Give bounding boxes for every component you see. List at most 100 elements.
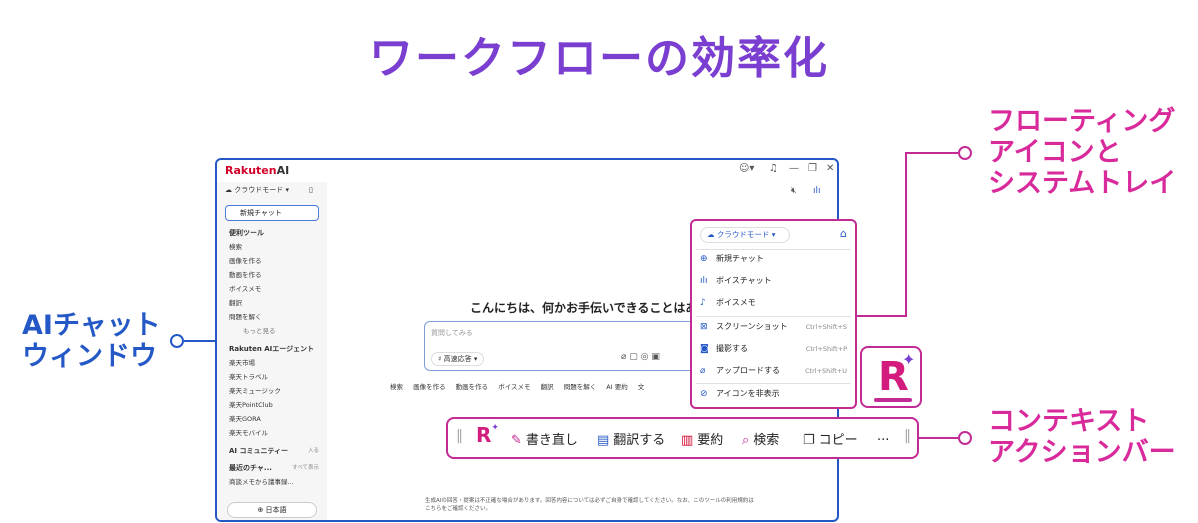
popup-item-voice-chat[interactable]: ılı ボイスチャット [698,270,849,292]
waveform-icon: ılı [700,276,708,286]
popup-item-upload[interactable]: ⌀ アップロードする Ctrl+Shift+U [698,360,849,382]
screenshot-icon: ⊠ [700,322,708,332]
tool-chip-search[interactable]: 検索 [390,383,403,391]
callout-floating-icon: フローティング アイコンと システムトレイ [988,106,1176,199]
tool-strip: 検索 画像を作る 動画を作る ボイスメモ 翻訳 問題を解く AI 要約 文 [390,381,652,391]
hide-icon: ⊘ [700,389,708,399]
home-icon[interactable]: ⌂ [840,227,847,240]
input-placeholder: 質問してみる [431,329,473,337]
drag-handle-icon[interactable]: ‖ [904,428,911,444]
popup-item-hide-icon[interactable]: ⊘ アイコンを非表示 [698,383,849,405]
leader-line [857,315,907,317]
sidebar: ☁ クラウドモード ▾ ▯ 新規チャット 便利ツール 検索 画像を作る 動画を作… [217,182,327,520]
action-translate[interactable]: ▤ 翻訳する [597,429,665,448]
agents-heading: Rakuten AIエージェント [229,345,315,353]
page-title: ワークフローの効率化 [369,33,829,84]
leader-line [905,152,958,154]
callout-line: フローティング [988,106,1176,137]
tools-group: 便利ツール 検索 画像を作る 動画を作る ボイスメモ 翻訳 問題を解く もっと見… [229,226,276,338]
tool-chip-image[interactable]: 画像を作る [413,383,446,391]
camera-icon: ◙ [700,344,709,354]
agents-group: Rakuten AIエージェント 楽天市場 楽天トラベル 楽天ミュージック 楽天… [229,342,314,440]
sidebar-item-image[interactable]: 画像を作る [229,254,276,268]
pen-sparkle-icon: ✎ [511,433,522,448]
more-link[interactable]: もっと見る [229,324,276,338]
window-titlebar: RakutenAI ☺▾ ♫ — ❐ ✕ [217,160,837,182]
voice-memo-icon: ♪ [700,298,706,308]
chat-input[interactable]: 質問してみる ♯ 高速応答 ▾ ⌀ ▢ ◎ ▣ [424,321,699,371]
language-button[interactable]: ⊕ 日本語 [227,502,317,518]
sidebar-item-mobile[interactable]: 楽天モバイル [229,426,314,440]
tool-chip-voice-memo[interactable]: ボイスメモ [498,383,530,391]
plus-circle-icon: ⊕ [700,254,708,264]
context-action-bar: ‖ R✦ ✎ 書き直し ▤ 翻訳する ▥ 要約 ⌕ 検索 ❐ コピー ... ‖ [446,417,919,459]
rakuten-r-logo[interactable]: R✦ [476,423,499,447]
new-chat-button[interactable]: 新規チャット [225,205,319,221]
recent-heading[interactable]: 最近のチャ... すべて表示 [229,461,319,475]
callout-line: AIチャット [22,310,161,341]
sidebar-item-music[interactable]: 楽天ミュージック [229,384,314,398]
action-search[interactable]: ⌕ 検索 [742,429,779,448]
popup-item-new-chat[interactable]: ⊕ 新規チャット [698,248,849,270]
callout-ai-chat-window: AIチャット ウィンドウ [22,310,161,372]
recent-chat-item[interactable]: 商談メモから議事録... [229,475,319,489]
callout-context-action-bar: コンテキスト アクションバー [988,406,1176,468]
mode-select[interactable]: ☁ クラウドモード ▾ ▯ [225,185,313,195]
tool-chip-video[interactable]: 動画を作る [456,383,489,391]
paperclip-icon: ⌀ [700,366,706,376]
tool-chip-summary[interactable]: AI 要約 [606,383,627,391]
waveform-icon[interactable]: ılı [813,186,821,196]
leader-dot [958,146,972,160]
popup-mode-select[interactable]: ☁ クラウドモード ▾ [700,227,790,243]
search-sparkle-icon: ⌕ [742,433,750,448]
popup-item-screenshot[interactable]: ⊠ スクリーンショット Ctrl+Shift+S [698,316,849,338]
model-select[interactable]: ♯ 高速応答 ▾ [431,352,485,366]
sidebar-item-ichiba[interactable]: 楽天市場 [229,356,314,370]
logo-underline [874,398,912,402]
tool-chip-solve[interactable]: 問題を解く [564,383,597,391]
tool-chip-translate[interactable]: 翻訳 [541,383,554,391]
community-item[interactable]: AI コミュニティー 入る [229,444,319,458]
leader-line [184,340,216,342]
floating-menu: ☁ クラウドモード ▾ ⌂ ⊕ 新規チャット ılı ボイスチャット ♪ ボイスメモ … [690,219,857,409]
tool-chip-more[interactable]: 文 [638,383,645,391]
bell-icon[interactable]: ♫ [769,163,778,174]
callout-line: システムトレイ [988,168,1177,199]
minimize-icon[interactable]: — [789,163,799,174]
sidebar-item-solve[interactable]: 問題を解く [229,310,276,324]
leader-line [919,437,958,439]
sidebar-item-translate[interactable]: 翻訳 [229,296,276,310]
footer-disclaimer: 生成AIの回答・提案は不正確な場合があります。回答内容については必ずご自身で確認… [425,498,754,512]
leader-dot [170,334,184,348]
action-copy[interactable]: ❐ コピー [803,429,858,448]
mute-icon[interactable]: 🔇︎ [791,186,797,196]
action-rewrite[interactable]: ✎ 書き直し [511,429,578,448]
drag-handle-icon[interactable]: ‖ [456,428,463,444]
floating-r-icon[interactable]: R ✦ [860,346,922,408]
callout-line: アイコンと [988,137,1122,168]
callout-line: アクションバー [988,437,1176,468]
maximize-icon[interactable]: ❐ [808,163,817,174]
popup-item-voice-memo[interactable]: ♪ ボイスメモ [698,292,849,314]
callout-line: ウィンドウ [22,341,157,372]
sidebar-item-voice-memo[interactable]: ボイスメモ [229,282,276,296]
community-group: AI コミュニティー 入る 最近のチャ... すべて表示 商談メモから議事録..… [229,444,319,489]
callout-line: コンテキスト [988,406,1150,437]
popup-item-camera[interactable]: ◙ 撮影する Ctrl+Shift+P [698,338,849,360]
copy-icon: ❐ [803,433,815,448]
sidebar-item-video[interactable]: 動画を作る [229,268,276,282]
sidebar-item-gora[interactable]: 楽天GORA [229,412,314,426]
leader-line [905,152,907,317]
sidebar-item-travel[interactable]: 楽天トラベル [229,370,314,384]
account-icon[interactable]: ☺▾ [739,163,754,174]
book-icon: ▥ [681,433,694,448]
sidebar-item-search[interactable]: 検索 [229,240,276,254]
sidebar-item-pointclub[interactable]: 楽天PointClub [229,398,314,412]
action-summary[interactable]: ▥ 要約 [681,429,723,448]
translate-icon: ▤ [597,433,610,448]
more-actions-button[interactable]: ... [877,429,889,444]
close-icon[interactable]: ✕ [826,163,834,174]
sparkle-icon: ✦ [902,350,916,369]
attach-icon[interactable]: ⌀ ▢ ◎ ▣ [621,352,660,362]
leader-dot [958,431,972,445]
